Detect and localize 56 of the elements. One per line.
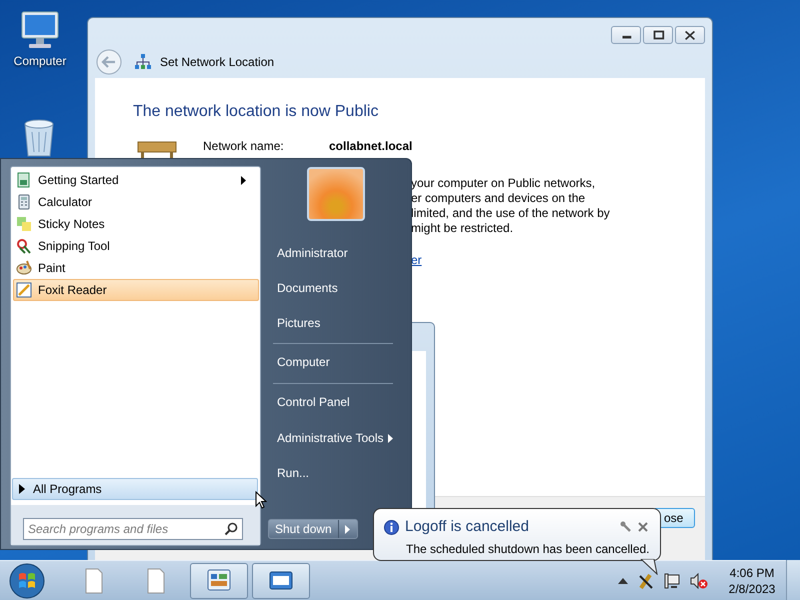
start-menu-link[interactable]: Pictures xyxy=(273,305,393,340)
search-field[interactable]: Search programs and files xyxy=(23,518,243,540)
search-icon xyxy=(224,522,238,536)
info-icon xyxy=(384,520,399,535)
program-icon xyxy=(16,172,32,188)
network-name: collabnet.local xyxy=(329,138,412,155)
triangle-right-icon xyxy=(345,524,350,534)
taskbar-button[interactable] xyxy=(252,562,310,598)
submenu-arrow-icon xyxy=(241,176,246,184)
clock-date: 2/8/2023 xyxy=(728,580,776,596)
window-title: Set Network Location xyxy=(160,54,274,71)
maximize-icon xyxy=(654,30,664,40)
all-programs-button[interactable]: All Programs xyxy=(12,478,258,500)
close-button[interactable] xyxy=(675,26,705,44)
minimize-icon xyxy=(622,36,632,38)
balloon-message: The scheduled shutdown has been cancelled. xyxy=(406,540,650,558)
program-item[interactable]: Sticky Notes xyxy=(13,213,259,235)
balloon-title: Logoff is cancelled xyxy=(405,517,530,537)
program-item[interactable]: Foxit Reader xyxy=(13,279,259,301)
start-menu-link[interactable]: Documents xyxy=(273,270,393,305)
close-icon xyxy=(684,30,696,40)
program-icon xyxy=(16,194,32,210)
description-text: might be restricted. xyxy=(411,221,514,236)
wrench-icon[interactable] xyxy=(620,521,632,534)
start-menu-link[interactable]: Run... xyxy=(273,455,393,490)
clock-time: 4:06 PM xyxy=(730,564,774,580)
minimize-button[interactable] xyxy=(611,26,641,44)
clock[interactable]: 4:06 PM 2/8/2023 xyxy=(722,564,782,596)
start-menu-link[interactable]: Computer xyxy=(273,343,393,380)
network-icon xyxy=(134,53,152,71)
program-icon xyxy=(16,260,32,276)
close-icon[interactable] xyxy=(638,522,648,532)
program-icon xyxy=(16,216,32,232)
triangle-right-icon xyxy=(19,484,25,494)
taskbar-button[interactable] xyxy=(190,562,248,598)
network-monitor-icon[interactable] xyxy=(664,572,680,588)
submenu-arrow-icon xyxy=(388,434,393,442)
description-text: limited, and the use of the network by xyxy=(411,206,610,221)
chevron-up-icon[interactable] xyxy=(618,578,628,584)
start-orb-icon[interactable] xyxy=(8,562,46,600)
start-menu-link[interactable]: Control Panel xyxy=(273,383,393,420)
tool-tray-icon[interactable] xyxy=(638,572,654,590)
network-name-label: Network name: xyxy=(203,138,284,155)
program-item[interactable]: Calculator xyxy=(13,191,259,213)
program-icon xyxy=(16,282,32,298)
muted-speaker-icon[interactable] xyxy=(690,572,708,588)
desktop-icon-label[interactable]: Computer xyxy=(14,52,66,70)
program-icon xyxy=(16,238,32,254)
maximize-button[interactable] xyxy=(643,26,673,44)
program-item[interactable]: Getting Started xyxy=(13,169,259,191)
heading: The network location is now Public xyxy=(133,102,378,122)
description-text: your computer on Public networks, xyxy=(411,176,596,191)
start-menu-link[interactable]: Administrative Tools xyxy=(273,420,393,455)
start-menu-link[interactable]: Administrator xyxy=(273,235,393,270)
program-item[interactable]: Paint xyxy=(13,257,259,279)
program-item[interactable]: Snipping Tool xyxy=(13,235,259,257)
